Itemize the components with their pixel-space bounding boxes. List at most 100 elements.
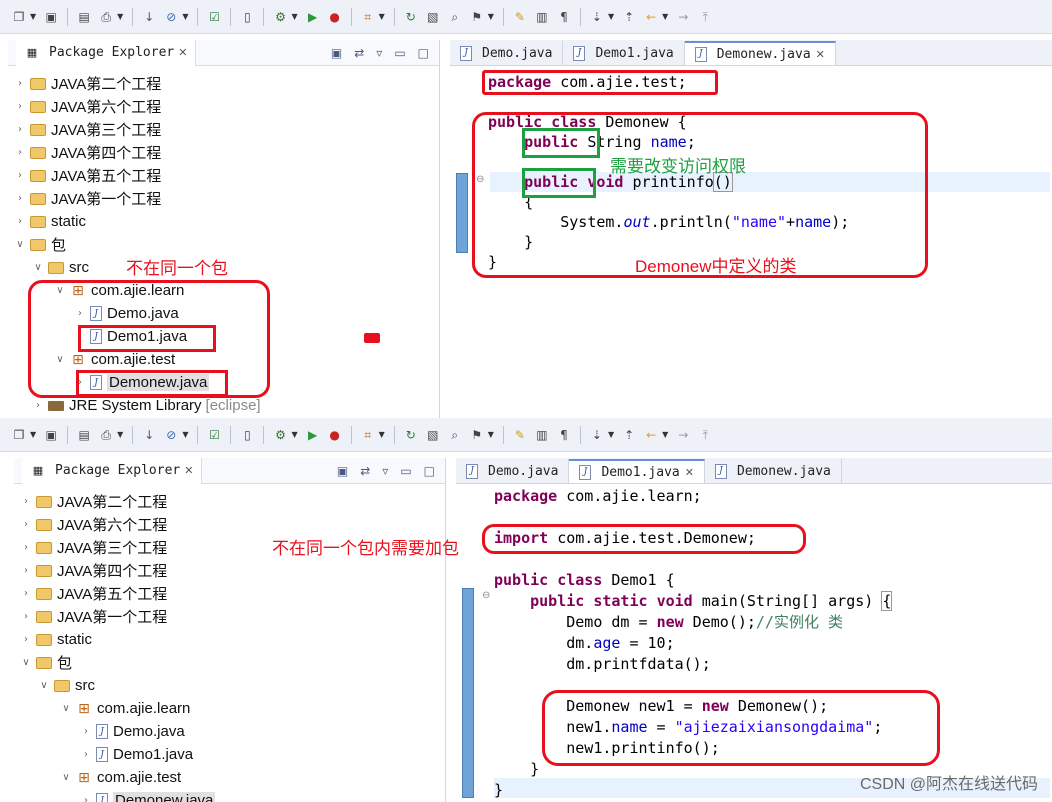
external-tools-icon[interactable]: ● bbox=[327, 9, 343, 25]
prev-annotation-icon[interactable]: ⇡ bbox=[621, 427, 637, 443]
pin-editor-icon[interactable]: ⤒ bbox=[697, 9, 713, 25]
dropdown-arrow-icon[interactable]: ▼ bbox=[488, 430, 494, 439]
show-whitespace-icon[interactable]: ¶ bbox=[556, 427, 572, 443]
dropdown-arrow-icon[interactable]: ▼ bbox=[182, 430, 188, 439]
gear-icon[interactable]: ⚙ bbox=[272, 9, 288, 25]
highlight-icon[interactable]: ✎ bbox=[512, 427, 528, 443]
new-package-icon[interactable]: ⌗ bbox=[360, 9, 376, 25]
back-icon[interactable]: ← bbox=[643, 427, 659, 443]
tree-item[interactable]: ∨ 包 bbox=[20, 651, 72, 674]
tree-item[interactable]: › JAVA第三个工程 bbox=[14, 118, 161, 141]
chevron-down-icon[interactable]: ∨ bbox=[20, 657, 32, 668]
editor-tab[interactable]: J Demonew.java ✕ bbox=[684, 41, 836, 65]
package-explorer-tab[interactable]: ▦ Package Explorer ✕ bbox=[22, 457, 203, 484]
new-package-icon[interactable]: ⌗ bbox=[360, 427, 376, 443]
save-all-icon[interactable]: ▤ bbox=[76, 9, 92, 25]
dropdown-arrow-icon[interactable]: ▼ bbox=[488, 12, 494, 21]
tree-item[interactable]: › JAVA第一个工程 bbox=[20, 605, 167, 628]
new-icon[interactable]: ❐ bbox=[11, 427, 27, 443]
dropdown-arrow-icon[interactable]: ▼ bbox=[662, 430, 668, 439]
chevron-right-icon[interactable]: › bbox=[80, 749, 92, 760]
chevron-down-icon[interactable]: ∨ bbox=[14, 239, 26, 250]
tree-item[interactable]: › JAVA第五个工程 bbox=[14, 164, 161, 187]
editor-tab[interactable]: J Demo1.java ✕ bbox=[569, 459, 705, 483]
check-icon[interactable]: ☑ bbox=[206, 427, 222, 443]
dropdown-arrow-icon[interactable]: ▼ bbox=[117, 12, 123, 21]
minimize-icon[interactable]: ▭ bbox=[394, 46, 405, 60]
external-tools-icon[interactable]: ● bbox=[327, 427, 343, 443]
editor-tab[interactable]: J Demonew.java bbox=[705, 459, 842, 483]
prev-annotation-icon[interactable]: ⇡ bbox=[621, 9, 637, 25]
highlight-icon[interactable]: ✎ bbox=[512, 9, 528, 25]
chevron-right-icon[interactable]: › bbox=[20, 519, 32, 530]
chevron-down-icon[interactable]: ∨ bbox=[60, 703, 72, 714]
tree-item[interactable]: › JAVA第四个工程 bbox=[14, 141, 161, 164]
editor-tab[interactable]: J Demo.java bbox=[450, 41, 564, 65]
dropdown-arrow-icon[interactable]: ▼ bbox=[608, 430, 614, 439]
tree-item[interactable]: ∨ 包 bbox=[14, 233, 66, 256]
chevron-right-icon[interactable]: › bbox=[14, 193, 26, 204]
editor-tab[interactable]: J Demo.java bbox=[456, 459, 570, 483]
back-icon[interactable]: ← bbox=[643, 9, 659, 25]
tree-item[interactable]: ∨ src bbox=[32, 256, 89, 279]
tree-item[interactable]: › JAVA第六个工程 bbox=[20, 513, 167, 536]
toggle-icon[interactable]: ▥ bbox=[534, 9, 550, 25]
tree-item[interactable]: ∨ ⊞ com.ajie.test bbox=[60, 766, 181, 789]
chevron-down-icon[interactable]: ∨ bbox=[38, 680, 50, 691]
dropdown-arrow-icon[interactable]: ▼ bbox=[30, 430, 36, 439]
dropdown-arrow-icon[interactable]: ▼ bbox=[379, 430, 385, 439]
dropdown-arrow-icon[interactable]: ▼ bbox=[291, 12, 297, 21]
chevron-right-icon[interactable]: › bbox=[32, 400, 44, 411]
refresh-icon[interactable]: ↻ bbox=[403, 427, 419, 443]
minimize-icon[interactable]: ▭ bbox=[400, 464, 411, 478]
close-icon[interactable]: ✕ bbox=[178, 46, 187, 59]
dropdown-arrow-icon[interactable]: ▼ bbox=[182, 12, 188, 21]
chevron-down-icon[interactable]: ∨ bbox=[32, 262, 44, 273]
package-explorer-tab[interactable]: ▦ Package Explorer ✕ bbox=[16, 39, 197, 66]
check-icon[interactable]: ☑ bbox=[206, 9, 222, 25]
tree-item[interactable]: › JAVA第二个工程 bbox=[20, 490, 167, 513]
chevron-right-icon[interactable]: › bbox=[14, 216, 26, 227]
next-annotation-icon[interactable]: ⇣ bbox=[589, 427, 605, 443]
tree-item[interactable]: › JAVA第三个工程 bbox=[20, 536, 167, 559]
gear-icon[interactable]: ⚙ bbox=[272, 427, 288, 443]
save-icon[interactable]: ▣ bbox=[43, 427, 59, 443]
chevron-right-icon[interactable]: › bbox=[14, 78, 26, 89]
dropdown-arrow-icon[interactable]: ▼ bbox=[30, 12, 36, 21]
tree-item[interactable]: ∨ src bbox=[38, 674, 95, 697]
tree-item[interactable]: › static bbox=[20, 628, 92, 651]
dropdown-arrow-icon[interactable]: ▼ bbox=[117, 430, 123, 439]
chevron-right-icon[interactable]: › bbox=[14, 170, 26, 181]
chevron-down-icon[interactable]: ∨ bbox=[60, 772, 72, 783]
editor-tab[interactable]: J Demo1.java bbox=[563, 41, 685, 65]
close-icon[interactable]: ✕ bbox=[184, 464, 193, 477]
tree-item[interactable]: › JAVA第二个工程 bbox=[14, 72, 161, 95]
view-menu-icon[interactable]: ▿ bbox=[382, 464, 388, 478]
maximize-icon[interactable]: □ bbox=[418, 46, 429, 60]
close-icon[interactable]: ✕ bbox=[685, 466, 694, 479]
tree-item[interactable]: › JAVA第六个工程 bbox=[14, 95, 161, 118]
chevron-right-icon[interactable]: › bbox=[80, 726, 92, 737]
tree-item[interactable]: › J Demonew.java bbox=[80, 789, 216, 802]
tree-item[interactable]: › J Demo1.java bbox=[80, 743, 193, 766]
chevron-right-icon[interactable]: › bbox=[14, 101, 26, 112]
collapse-all-icon[interactable]: ▣ bbox=[337, 464, 348, 478]
debug-icon[interactable]: ⊘ bbox=[163, 9, 179, 25]
run-icon[interactable]: ▶ bbox=[305, 427, 321, 443]
tree-item[interactable]: ∨ ⊞ com.ajie.learn bbox=[60, 697, 190, 720]
print-icon[interactable]: ⎙ bbox=[98, 427, 114, 443]
chevron-right-icon[interactable]: › bbox=[20, 496, 32, 507]
link-editor-icon[interactable]: ⇄ bbox=[360, 464, 370, 478]
close-icon[interactable]: ✕ bbox=[816, 48, 825, 61]
chevron-right-icon[interactable]: › bbox=[80, 795, 92, 802]
pin-icon[interactable]: ⚑ bbox=[469, 427, 485, 443]
refresh-icon[interactable]: ↻ bbox=[403, 9, 419, 25]
save-icon[interactable]: ▣ bbox=[43, 9, 59, 25]
pin-editor-icon[interactable]: ⤒ bbox=[697, 427, 713, 443]
debug-icon[interactable]: ⊘ bbox=[163, 427, 179, 443]
save-all-icon[interactable]: ▤ bbox=[76, 427, 92, 443]
chevron-right-icon[interactable]: › bbox=[14, 147, 26, 158]
dropdown-arrow-icon[interactable]: ▼ bbox=[608, 12, 614, 21]
view-menu-icon[interactable]: ▿ bbox=[376, 46, 382, 60]
dropdown-arrow-icon[interactable]: ▼ bbox=[291, 430, 297, 439]
